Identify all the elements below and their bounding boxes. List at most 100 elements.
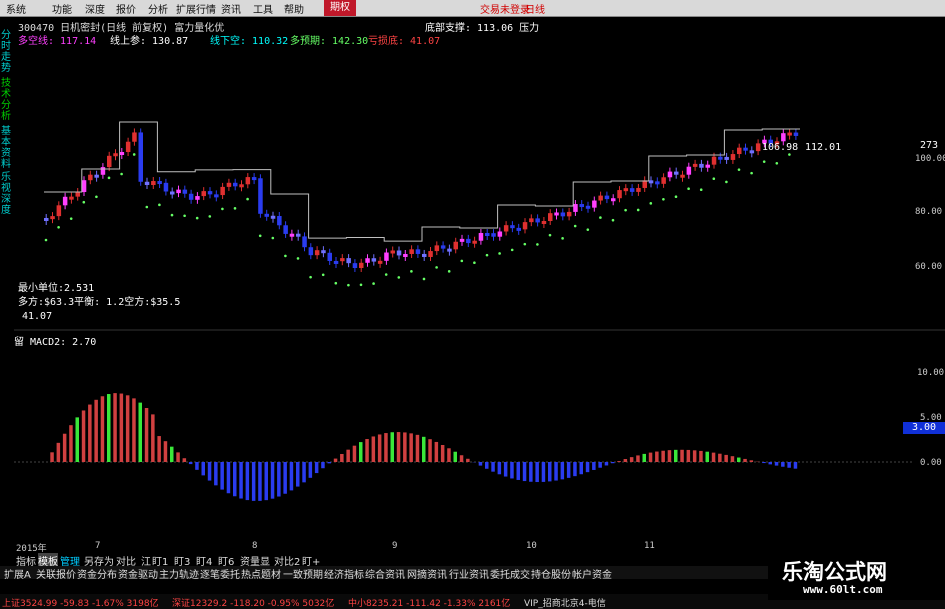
func-web-news[interactable]: 网摘资讯 — [407, 566, 447, 581]
macd-tick-10: 10.00 — [917, 368, 945, 378]
tab-depth[interactable]: 乐视深度 — [1, 172, 13, 216]
macd-bar — [491, 462, 495, 472]
support-dot — [334, 281, 338, 285]
macd-bar — [81, 410, 86, 462]
macd-bar — [434, 441, 439, 462]
func-fund-dist[interactable]: 资金分布 — [77, 566, 117, 581]
macd-bar — [793, 462, 798, 469]
macd-bar — [415, 434, 420, 462]
func-general-news[interactable]: 综合资讯 — [365, 566, 405, 581]
support-dot — [611, 218, 615, 222]
func-econ-index[interactable]: 经济指标 — [324, 566, 364, 581]
status-server: VIP_招商北京4-电信 — [524, 599, 606, 609]
macd-bar — [69, 425, 73, 462]
macd-bar — [62, 433, 67, 462]
support-dot — [69, 217, 73, 220]
macd-bar — [283, 462, 287, 494]
func-related-quote[interactable]: 关联报价 — [36, 566, 76, 581]
macd-bar — [516, 462, 520, 480]
support-dot — [372, 282, 375, 285]
func-ext-a[interactable]: 扩展A — [4, 566, 31, 581]
macd-bar — [497, 462, 502, 475]
macd-bar — [560, 462, 565, 480]
func-tick-order[interactable]: 逐笔委托 — [200, 566, 240, 581]
support-dot — [321, 273, 325, 277]
macd-bar — [201, 462, 205, 476]
func-fund-drive[interactable]: 资金驱动 — [118, 566, 158, 581]
menu-item-quote[interactable]: 报价 — [116, 1, 136, 16]
tab-fundamental[interactable]: 基本资料 — [1, 126, 13, 170]
status-shanghai: 上证3524.99 -59.83 -1.67% 3198亿 — [2, 599, 159, 609]
macd-bar — [447, 448, 451, 462]
menu-item-analysis[interactable]: 分析 — [148, 1, 168, 16]
func-account-fund[interactable]: 帐户资金 — [572, 566, 612, 581]
macd-bar — [566, 462, 571, 478]
macd-bar — [711, 452, 716, 462]
menu-item-tools[interactable]: 工具 — [253, 1, 273, 16]
macd-bar — [642, 453, 646, 462]
macd-bar — [50, 452, 54, 462]
func-industry-news[interactable]: 行业资讯 — [449, 566, 489, 581]
support-dot — [284, 254, 287, 258]
macd-bar — [365, 439, 369, 462]
support-dot — [384, 273, 388, 276]
macd-bar — [321, 462, 325, 469]
macd-bar — [371, 436, 376, 462]
macd-bar — [333, 458, 338, 462]
support-dot — [561, 237, 564, 240]
macd-bar — [724, 454, 728, 462]
macd-bar — [604, 462, 609, 466]
menu-item-system[interactable]: 系统 — [6, 1, 26, 16]
menu-item-depth[interactable]: 深度 — [85, 1, 105, 16]
macd-value-box: 3.00 — [903, 422, 945, 434]
support-dot — [548, 233, 552, 237]
menu-item-help[interactable]: 帮助 — [284, 1, 304, 16]
macd-bar — [774, 462, 779, 466]
macd-bar — [314, 462, 319, 474]
support-dot — [447, 270, 451, 273]
support-dot — [309, 275, 312, 279]
menu-item-news[interactable]: 资讯 — [221, 1, 241, 16]
balance-label: 多方:$63.3平衡: 1.2空方:$35.5 — [18, 297, 181, 308]
support-dot — [95, 195, 98, 199]
x-axis-month-10: 10 — [526, 541, 537, 551]
y-tick-60: 60.00 — [915, 262, 943, 272]
macd-bar — [182, 458, 187, 462]
support-dot — [523, 242, 527, 246]
func-hot-topic[interactable]: 热点题材 — [241, 566, 281, 581]
support-dot — [296, 257, 300, 260]
menu-item-function[interactable]: 功能 — [52, 1, 72, 16]
macd-bar — [453, 451, 457, 462]
func-main-track[interactable]: 主力轨迹 — [159, 566, 199, 581]
support-dot — [586, 228, 590, 231]
period-label[interactable]: 日线 — [525, 1, 545, 16]
y-tick-100: 100.00 — [915, 154, 945, 164]
support-dot — [750, 171, 753, 175]
func-order-deal[interactable]: 委托成交 — [490, 566, 530, 581]
tab-timeshare[interactable]: 分时走势 — [1, 30, 13, 74]
macd-bar — [623, 459, 628, 462]
support-dot — [510, 248, 514, 252]
macd-bar — [422, 436, 426, 462]
support-dot — [145, 205, 149, 209]
menu-item-options[interactable]: 期权 — [324, 0, 356, 16]
support-dot — [246, 197, 249, 201]
func-holdings[interactable]: 持仓股份 — [531, 566, 571, 581]
macd-bar — [270, 462, 275, 499]
macd-bar — [787, 462, 791, 468]
macd-bar — [661, 450, 665, 462]
macd-bar — [396, 432, 401, 462]
macd-bar — [768, 462, 772, 465]
tab-technical[interactable]: 技术分析 — [1, 78, 13, 122]
func-consensus[interactable]: 一致预期 — [283, 566, 323, 581]
macd-bar — [692, 450, 697, 462]
macd-bar — [125, 395, 130, 462]
macd-bar — [377, 434, 382, 462]
macd-bar — [214, 462, 218, 486]
trade-status[interactable]: 交易未登录 — [480, 1, 530, 16]
watermark-title: 乐淘公式网 — [782, 560, 887, 584]
high-price-label-2: 112.01 — [805, 142, 842, 153]
macd-bar — [705, 451, 709, 462]
support-dot — [536, 243, 539, 246]
menu-item-ext-market[interactable]: 扩展行情 — [176, 1, 216, 16]
